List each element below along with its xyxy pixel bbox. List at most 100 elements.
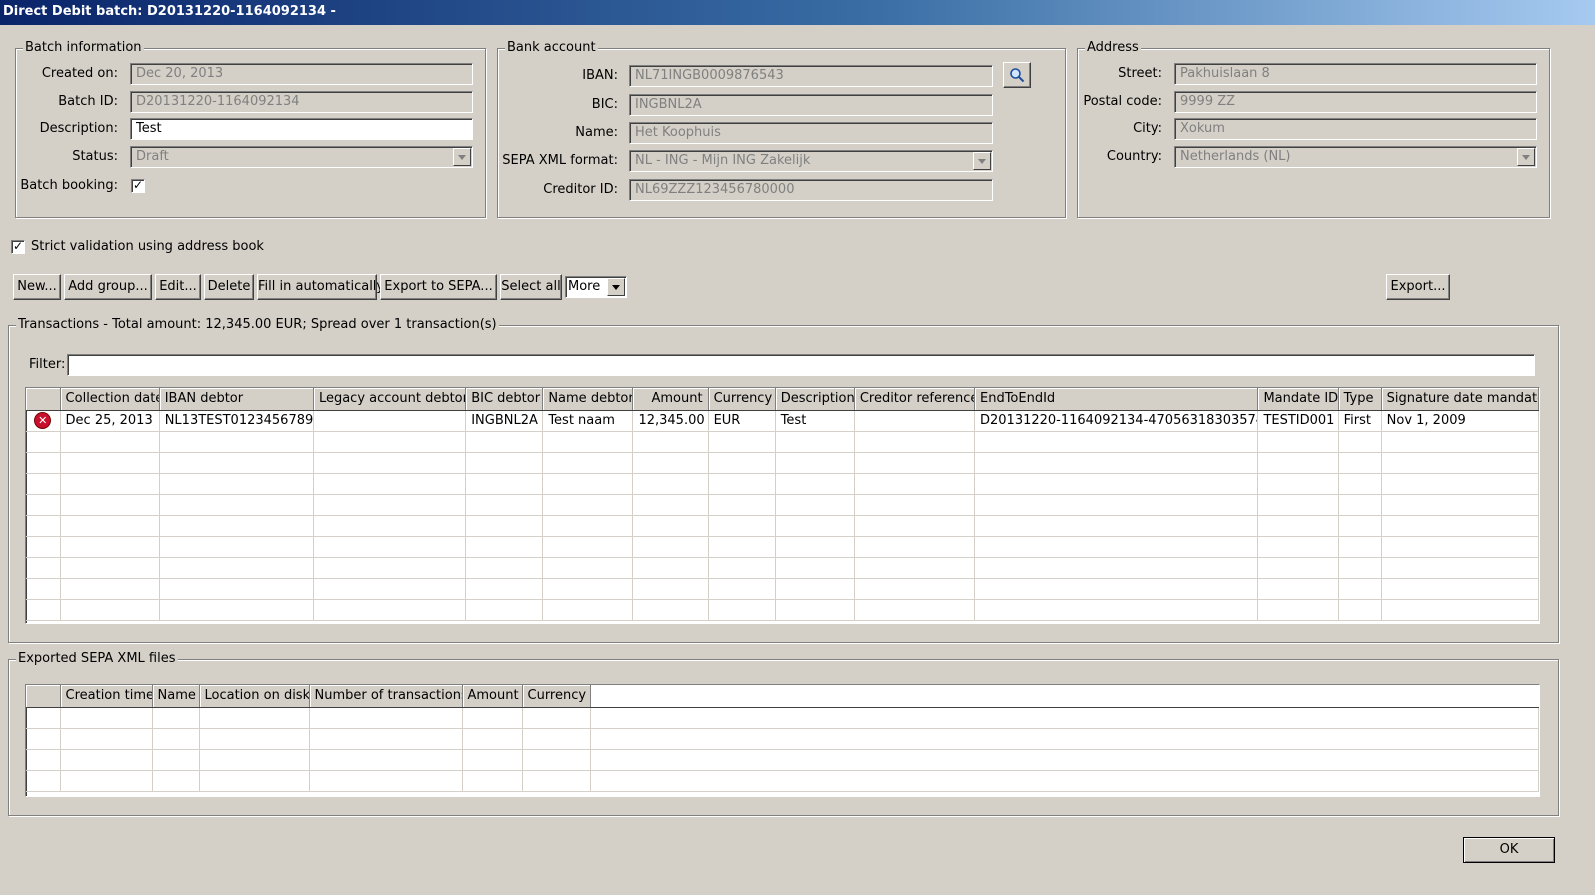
iban-debtor-cell: NL13TEST0123456789	[159, 410, 314, 432]
created-on-field[interactable]: Dec 20, 2013	[130, 63, 473, 85]
add-group-button[interactable]: Add group...	[64, 274, 152, 300]
fill-automatically-button[interactable]: Fill in automatically	[257, 274, 384, 300]
column-header[interactable]: Currency	[708, 388, 776, 411]
chevron-down-icon	[612, 284, 620, 290]
status-dropdown-button[interactable]	[453, 148, 471, 166]
sepa-format-label: SEPA XML format:	[502, 153, 618, 168]
batch-booking-label: Batch booking:	[20, 178, 118, 193]
batch-id-label: Batch ID:	[58, 94, 118, 109]
account-name-field[interactable]: Het Koophuis	[629, 122, 993, 144]
column-header[interactable]: Number of transactions	[309, 685, 463, 708]
postal-code-field[interactable]: 9999 ZZ	[1174, 91, 1537, 113]
type-cell: First	[1338, 410, 1382, 432]
description-input[interactable]: Test	[130, 118, 473, 140]
country-select[interactable]: Netherlands (NL)	[1174, 146, 1537, 168]
empty-row	[26, 515, 1539, 537]
export-button[interactable]: Export...	[1386, 274, 1450, 300]
chevron-down-icon	[458, 154, 466, 160]
ok-button[interactable]: OK	[1463, 837, 1555, 863]
table-row[interactable]: ✕ Dec 25, 2013 NL13TEST0123456789 INGBNL…	[26, 410, 1539, 432]
country-value: Netherlands (NL)	[1180, 149, 1291, 164]
empty-row	[26, 473, 1539, 495]
sepa-format-select[interactable]: NL - ING - Mijn ING Zakelijk	[629, 150, 993, 172]
status-cell: ✕	[26, 410, 61, 432]
column-header[interactable]	[26, 388, 61, 411]
bic-debtor-cell: INGBNL2A	[465, 410, 544, 432]
exported-files-table[interactable]: Creation time Name Location on disk Numb…	[25, 684, 1540, 797]
column-header[interactable]: Creation time	[60, 685, 153, 708]
column-header[interactable]: Mandate ID	[1257, 388, 1339, 411]
street-label: Street:	[1118, 66, 1162, 81]
empty-row	[26, 557, 1539, 579]
column-header[interactable]: Name	[152, 685, 200, 708]
column-header[interactable]: Signature date mandate	[1381, 388, 1539, 411]
currency-cell: EUR	[708, 410, 776, 432]
more-select-value: More	[568, 279, 601, 294]
signature-date-cell: Nov 1, 2009	[1381, 410, 1539, 432]
batch-booking-checkbox[interactable]: ✓	[131, 179, 145, 193]
empty-row	[26, 749, 1539, 771]
search-icon	[1010, 68, 1025, 83]
street-field[interactable]: Pakhuislaan 8	[1174, 63, 1537, 85]
select-all-button[interactable]: Select all	[500, 274, 562, 300]
end-to-end-id-cell: D20131220-1164092134-47056318303574	[974, 410, 1259, 432]
batch-information-legend: Batch information	[23, 40, 144, 56]
filler-header	[590, 685, 1539, 708]
transactions-table[interactable]: Collection date IBAN debtor Legacy accou…	[25, 387, 1540, 624]
strict-validation-label: Strict validation using address book	[31, 239, 264, 254]
column-header[interactable]: Creditor reference	[854, 388, 976, 411]
creditor-reference-cell	[854, 410, 976, 432]
status-label: Status:	[72, 149, 118, 164]
column-header[interactable]: Description	[775, 388, 855, 411]
new-button[interactable]: New...	[13, 274, 61, 300]
bic-label: BIC:	[591, 97, 618, 112]
column-header[interactable]: IBAN debtor	[159, 388, 314, 411]
sepa-format-dropdown-button[interactable]	[973, 152, 991, 170]
exported-header-row: Creation time Name Location on disk Numb…	[26, 685, 1539, 708]
more-dropdown-button[interactable]	[607, 278, 625, 296]
more-select[interactable]: More	[565, 276, 627, 298]
iban-field[interactable]: NL71INGB0009876543	[629, 65, 993, 87]
column-header[interactable]: Location on disk	[199, 685, 310, 708]
postal-code-label: Postal code:	[1083, 94, 1162, 109]
empty-row	[26, 452, 1539, 474]
description-cell: Test	[775, 410, 855, 432]
status-select[interactable]: Draft	[130, 146, 473, 168]
column-header[interactable]	[26, 685, 61, 708]
column-header[interactable]: Collection date	[60, 388, 160, 411]
iban-label: IBAN:	[582, 68, 618, 83]
status-select-value: Draft	[136, 149, 169, 164]
column-header[interactable]: BIC debtor	[465, 388, 544, 411]
edit-button[interactable]: Edit...	[155, 274, 201, 300]
column-header[interactable]: Currency	[522, 685, 591, 708]
filter-label: Filter:	[29, 357, 66, 372]
empty-row	[26, 728, 1539, 750]
transactions-header-row: Collection date IBAN debtor Legacy accou…	[26, 388, 1539, 411]
column-header[interactable]: Name debtor	[542, 388, 634, 411]
column-header[interactable]: Amount	[632, 388, 709, 411]
country-dropdown-button[interactable]	[1517, 148, 1535, 166]
created-on-label: Created on:	[41, 66, 118, 81]
column-header[interactable]: Amount	[462, 685, 523, 708]
city-field[interactable]: Xokum	[1174, 118, 1537, 140]
column-header[interactable]: Type	[1338, 388, 1382, 411]
empty-row	[26, 599, 1539, 621]
empty-row	[26, 578, 1539, 600]
collection-date-cell: Dec 25, 2013	[60, 410, 160, 432]
creditor-id-field[interactable]: NL69ZZZ123456780000	[629, 179, 993, 201]
name-debtor-cell: Test naam	[542, 410, 634, 432]
bic-field[interactable]: INGBNL2A	[629, 94, 993, 116]
delete-button[interactable]: Delete	[204, 274, 254, 300]
chevron-down-icon	[1522, 154, 1530, 160]
mandate-id-cell: TESTID001	[1257, 410, 1339, 432]
column-header[interactable]: EndToEndId	[974, 388, 1259, 411]
strict-validation-checkbox[interactable]: ✓	[11, 240, 25, 254]
exported-files-legend: Exported SEPA XML files	[16, 651, 178, 667]
column-header[interactable]: Legacy account debtor	[313, 388, 467, 411]
window-title: Direct Debit batch: D20131220-1164092134…	[0, 0, 1595, 25]
sepa-format-value: NL - ING - Mijn ING Zakelijk	[635, 153, 811, 168]
export-to-sepa-button[interactable]: Export to SEPA...	[380, 274, 497, 300]
batch-id-field[interactable]: D20131220-1164092134	[130, 91, 473, 113]
filter-input[interactable]	[67, 354, 1535, 376]
iban-lookup-button[interactable]	[1003, 62, 1031, 88]
